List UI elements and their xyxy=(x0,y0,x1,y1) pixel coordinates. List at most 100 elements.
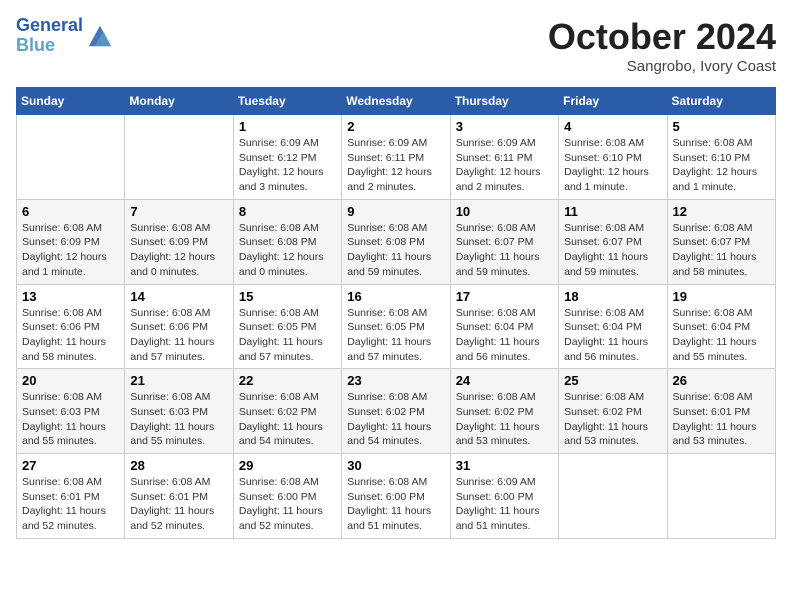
weekday-header-thursday: Thursday xyxy=(450,88,558,115)
calendar-cell: 21 Sunrise: 6:08 AM Sunset: 6:03 PM Dayli… xyxy=(125,369,233,454)
day-info: Sunrise: 6:08 AM Sunset: 6:08 PM Dayligh… xyxy=(239,221,336,280)
day-info: Sunrise: 6:08 AM Sunset: 6:06 PM Dayligh… xyxy=(22,306,119,365)
day-number: 30 xyxy=(347,458,444,473)
week-row-3: 13 Sunrise: 6:08 AM Sunset: 6:06 PM Dayli… xyxy=(17,284,776,369)
calendar-cell: 25 Sunrise: 6:08 AM Sunset: 6:02 PM Dayli… xyxy=(559,369,667,454)
day-info: Sunrise: 6:08 AM Sunset: 6:02 PM Dayligh… xyxy=(564,390,661,449)
calendar-cell: 17 Sunrise: 6:08 AM Sunset: 6:04 PM Dayli… xyxy=(450,284,558,369)
calendar-cell: 14 Sunrise: 6:08 AM Sunset: 6:06 PM Dayli… xyxy=(125,284,233,369)
weekday-header-friday: Friday xyxy=(559,88,667,115)
calendar-cell: 20 Sunrise: 6:08 AM Sunset: 6:03 PM Dayli… xyxy=(17,369,125,454)
day-info: Sunrise: 6:09 AM Sunset: 6:11 PM Dayligh… xyxy=(347,136,444,195)
day-number: 3 xyxy=(456,119,553,134)
calendar-cell: 11 Sunrise: 6:08 AM Sunset: 6:07 PM Dayli… xyxy=(559,199,667,284)
day-info: Sunrise: 6:08 AM Sunset: 6:04 PM Dayligh… xyxy=(673,306,770,365)
day-info: Sunrise: 6:09 AM Sunset: 6:00 PM Dayligh… xyxy=(456,475,553,534)
calendar-cell: 3 Sunrise: 6:09 AM Sunset: 6:11 PM Daylig… xyxy=(450,115,558,200)
day-info: Sunrise: 6:08 AM Sunset: 6:09 PM Dayligh… xyxy=(22,221,119,280)
day-info: Sunrise: 6:08 AM Sunset: 6:00 PM Dayligh… xyxy=(239,475,336,534)
day-number: 20 xyxy=(22,373,119,388)
day-info: Sunrise: 6:08 AM Sunset: 6:04 PM Dayligh… xyxy=(456,306,553,365)
logo: GeneralBlue xyxy=(16,16,113,56)
calendar-cell: 10 Sunrise: 6:08 AM Sunset: 6:07 PM Dayli… xyxy=(450,199,558,284)
week-row-2: 6 Sunrise: 6:08 AM Sunset: 6:09 PM Daylig… xyxy=(17,199,776,284)
location: Sangrobo, Ivory Coast xyxy=(548,58,776,75)
day-number: 19 xyxy=(673,289,770,304)
day-info: Sunrise: 6:08 AM Sunset: 6:05 PM Dayligh… xyxy=(347,306,444,365)
week-row-4: 20 Sunrise: 6:08 AM Sunset: 6:03 PM Dayli… xyxy=(17,369,776,454)
day-number: 31 xyxy=(456,458,553,473)
calendar-cell: 15 Sunrise: 6:08 AM Sunset: 6:05 PM Dayli… xyxy=(233,284,341,369)
day-info: Sunrise: 6:08 AM Sunset: 6:05 PM Dayligh… xyxy=(239,306,336,365)
calendar-cell xyxy=(559,454,667,539)
day-info: Sunrise: 6:08 AM Sunset: 6:04 PM Dayligh… xyxy=(564,306,661,365)
day-info: Sunrise: 6:08 AM Sunset: 6:08 PM Dayligh… xyxy=(347,221,444,280)
day-info: Sunrise: 6:08 AM Sunset: 6:10 PM Dayligh… xyxy=(564,136,661,195)
day-info: Sunrise: 6:09 AM Sunset: 6:12 PM Dayligh… xyxy=(239,136,336,195)
day-info: Sunrise: 6:08 AM Sunset: 6:02 PM Dayligh… xyxy=(456,390,553,449)
day-number: 14 xyxy=(130,289,227,304)
calendar-cell: 31 Sunrise: 6:09 AM Sunset: 6:00 PM Dayli… xyxy=(450,454,558,539)
day-number: 6 xyxy=(22,204,119,219)
logo-icon xyxy=(85,22,113,50)
day-number: 18 xyxy=(564,289,661,304)
calendar-cell: 27Sunrise: 6:08 AM Sunset: 6:01 PM Dayli… xyxy=(17,454,125,539)
day-info: Sunrise: 6:08 AM Sunset: 6:10 PM Dayligh… xyxy=(673,136,770,195)
day-number: 22 xyxy=(239,373,336,388)
calendar-cell: 24Sunrise: 6:08 AM Sunset: 6:02 PM Dayli… xyxy=(450,369,558,454)
week-row-1: 1 Sunrise: 6:09 AM Sunset: 6:12 PM Daylig… xyxy=(17,115,776,200)
day-number: 29 xyxy=(239,458,336,473)
day-number: 25 xyxy=(564,373,661,388)
calendar-cell: 26Sunrise: 6:08 AM Sunset: 6:01 PM Dayli… xyxy=(667,369,775,454)
day-info: Sunrise: 6:08 AM Sunset: 6:03 PM Dayligh… xyxy=(22,390,119,449)
day-info: Sunrise: 6:09 AM Sunset: 6:11 PM Dayligh… xyxy=(456,136,553,195)
page-header: GeneralBlue October 2024 Sangrobo, Ivory… xyxy=(16,16,776,75)
weekday-header-saturday: Saturday xyxy=(667,88,775,115)
day-info: Sunrise: 6:08 AM Sunset: 6:06 PM Dayligh… xyxy=(130,306,227,365)
weekday-header-wednesday: Wednesday xyxy=(342,88,450,115)
day-number: 27 xyxy=(22,458,119,473)
title-block: October 2024 Sangrobo, Ivory Coast xyxy=(548,16,776,75)
day-number: 11 xyxy=(564,204,661,219)
calendar-cell: 13 Sunrise: 6:08 AM Sunset: 6:06 PM Dayli… xyxy=(17,284,125,369)
calendar-cell xyxy=(17,115,125,200)
calendar-cell: 9 Sunrise: 6:08 AM Sunset: 6:08 PM Daylig… xyxy=(342,199,450,284)
calendar-cell: 28Sunrise: 6:08 AM Sunset: 6:01 PM Dayli… xyxy=(125,454,233,539)
calendar-cell: 18 Sunrise: 6:08 AM Sunset: 6:04 PM Dayli… xyxy=(559,284,667,369)
day-info: Sunrise: 6:08 AM Sunset: 6:02 PM Dayligh… xyxy=(239,390,336,449)
day-number: 4 xyxy=(564,119,661,134)
calendar-cell: 2Sunrise: 6:09 AM Sunset: 6:11 PM Daylig… xyxy=(342,115,450,200)
day-number: 17 xyxy=(456,289,553,304)
day-number: 16 xyxy=(347,289,444,304)
calendar-cell: 19 Sunrise: 6:08 AM Sunset: 6:04 PM Dayli… xyxy=(667,284,775,369)
month-title: October 2024 xyxy=(548,16,776,58)
day-number: 15 xyxy=(239,289,336,304)
day-number: 10 xyxy=(456,204,553,219)
weekday-header-sunday: Sunday xyxy=(17,88,125,115)
day-info: Sunrise: 6:08 AM Sunset: 6:07 PM Dayligh… xyxy=(564,221,661,280)
day-number: 5 xyxy=(673,119,770,134)
calendar-cell: 16 Sunrise: 6:08 AM Sunset: 6:05 PM Dayli… xyxy=(342,284,450,369)
day-number: 21 xyxy=(130,373,227,388)
calendar-cell: 6 Sunrise: 6:08 AM Sunset: 6:09 PM Daylig… xyxy=(17,199,125,284)
calendar-cell: 5 Sunrise: 6:08 AM Sunset: 6:10 PM Daylig… xyxy=(667,115,775,200)
day-info: Sunrise: 6:08 AM Sunset: 6:00 PM Dayligh… xyxy=(347,475,444,534)
logo-text: GeneralBlue xyxy=(16,16,83,56)
calendar-cell xyxy=(125,115,233,200)
calendar-cell: 22 Sunrise: 6:08 AM Sunset: 6:02 PM Dayli… xyxy=(233,369,341,454)
day-info: Sunrise: 6:08 AM Sunset: 6:07 PM Dayligh… xyxy=(673,221,770,280)
calendar-cell: 8 Sunrise: 6:08 AM Sunset: 6:08 PM Daylig… xyxy=(233,199,341,284)
day-info: Sunrise: 6:08 AM Sunset: 6:07 PM Dayligh… xyxy=(456,221,553,280)
day-info: Sunrise: 6:08 AM Sunset: 6:03 PM Dayligh… xyxy=(130,390,227,449)
day-number: 1 xyxy=(239,119,336,134)
calendar-cell: 23Sunrise: 6:08 AM Sunset: 6:02 PM Dayli… xyxy=(342,369,450,454)
calendar-table: SundayMondayTuesdayWednesdayThursdayFrid… xyxy=(16,87,776,539)
day-info: Sunrise: 6:08 AM Sunset: 6:02 PM Dayligh… xyxy=(347,390,444,449)
day-number: 9 xyxy=(347,204,444,219)
calendar-cell: 7Sunrise: 6:08 AM Sunset: 6:09 PM Daylig… xyxy=(125,199,233,284)
weekday-header-monday: Monday xyxy=(125,88,233,115)
day-number: 13 xyxy=(22,289,119,304)
calendar-cell xyxy=(667,454,775,539)
day-number: 7 xyxy=(130,204,227,219)
day-number: 8 xyxy=(239,204,336,219)
